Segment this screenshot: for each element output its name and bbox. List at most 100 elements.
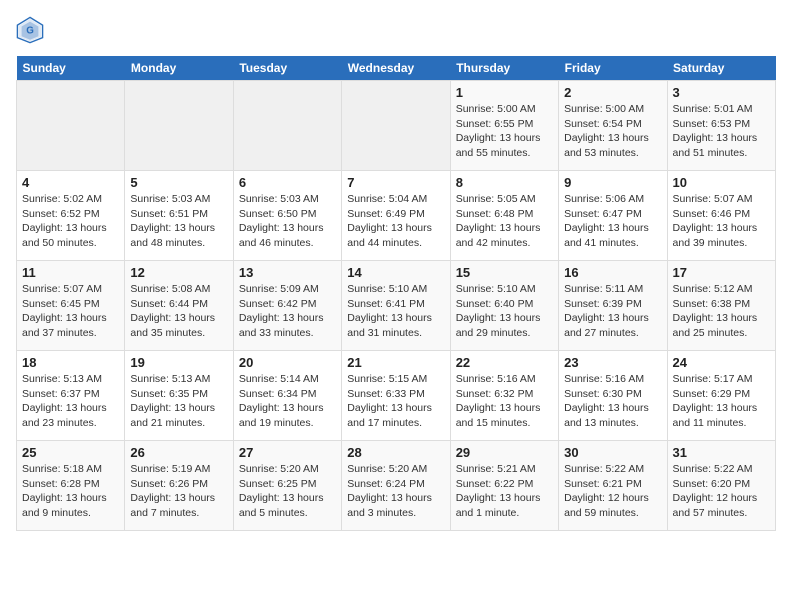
weekday-header-wednesday: Wednesday [342, 56, 450, 81]
day-number: 11 [22, 265, 119, 280]
calendar-cell: 22Sunrise: 5:16 AM Sunset: 6:32 PM Dayli… [450, 351, 558, 441]
day-info: Sunrise: 5:10 AM Sunset: 6:40 PM Dayligh… [456, 282, 553, 341]
day-info: Sunrise: 5:02 AM Sunset: 6:52 PM Dayligh… [22, 192, 119, 251]
day-info: Sunrise: 5:13 AM Sunset: 6:37 PM Dayligh… [22, 372, 119, 431]
day-number: 14 [347, 265, 444, 280]
day-info: Sunrise: 5:21 AM Sunset: 6:22 PM Dayligh… [456, 462, 553, 521]
calendar-cell [342, 81, 450, 171]
calendar-table: SundayMondayTuesdayWednesdayThursdayFrid… [16, 56, 776, 531]
calendar-cell: 10 Sunrise: 5:07 AM Sunset: 6:46 PM Dayli… [667, 171, 775, 261]
day-info: Sunrise: 5:04 AM Sunset: 6:49 PM Dayligh… [347, 192, 444, 251]
day-info: Sunrise: 5:19 AM Sunset: 6:26 PM Dayligh… [130, 462, 227, 521]
calendar-week-1: 1 Sunrise: 5:00 AM Sunset: 6:55 PM Daylig… [17, 81, 776, 171]
weekday-header-thursday: Thursday [450, 56, 558, 81]
calendar-cell: 30 Sunrise: 5:22 AM Sunset: 6:21 PM Dayli… [559, 441, 667, 531]
calendar-cell: 4 Sunrise: 5:02 AM Sunset: 6:52 PM Daylig… [17, 171, 125, 261]
calendar-cell: 8Sunrise: 5:05 AM Sunset: 6:48 PM Daylig… [450, 171, 558, 261]
day-info: Sunrise: 5:08 AM Sunset: 6:44 PM Dayligh… [130, 282, 227, 341]
calendar-cell: 12 Sunrise: 5:08 AM Sunset: 6:44 PM Dayli… [125, 261, 233, 351]
day-number: 18 [22, 355, 119, 370]
day-number: 15 [456, 265, 553, 280]
day-number: 30 [564, 445, 661, 460]
day-info: Sunrise: 5:13 AM Sunset: 6:35 PM Dayligh… [130, 372, 227, 431]
day-number: 19 [130, 355, 227, 370]
day-number: 28 [347, 445, 444, 460]
day-number: 7 [347, 175, 444, 190]
day-info: Sunrise: 5:10 AM Sunset: 6:41 PM Dayligh… [347, 282, 444, 341]
calendar-cell: 2Sunrise: 5:00 AM Sunset: 6:54 PM Daylig… [559, 81, 667, 171]
calendar-week-3: 11 Sunrise: 5:07 AM Sunset: 6:45 PM Dayli… [17, 261, 776, 351]
calendar-cell: 23Sunrise: 5:16 AM Sunset: 6:30 PM Dayli… [559, 351, 667, 441]
calendar-cell [233, 81, 341, 171]
day-info: Sunrise: 5:06 AM Sunset: 6:47 PM Dayligh… [564, 192, 661, 251]
day-info: Sunrise: 5:07 AM Sunset: 6:45 PM Dayligh… [22, 282, 119, 341]
day-info: Sunrise: 5:18 AM Sunset: 6:28 PM Dayligh… [22, 462, 119, 521]
day-info: Sunrise: 5:16 AM Sunset: 6:32 PM Dayligh… [456, 372, 553, 431]
day-info: Sunrise: 5:20 AM Sunset: 6:25 PM Dayligh… [239, 462, 336, 521]
logo-icon: G [16, 16, 44, 44]
calendar-cell: 28 Sunrise: 5:20 AM Sunset: 6:24 PM Dayli… [342, 441, 450, 531]
day-info: Sunrise: 5:22 AM Sunset: 6:21 PM Dayligh… [564, 462, 661, 521]
day-number: 26 [130, 445, 227, 460]
calendar-cell: 25 Sunrise: 5:18 AM Sunset: 6:28 PM Dayli… [17, 441, 125, 531]
day-number: 16 [564, 265, 661, 280]
day-info: Sunrise: 5:00 AM Sunset: 6:55 PM Dayligh… [456, 102, 553, 161]
day-info: Sunrise: 5:14 AM Sunset: 6:34 PM Dayligh… [239, 372, 336, 431]
calendar-cell: 6Sunrise: 5:03 AM Sunset: 6:50 PM Daylig… [233, 171, 341, 261]
calendar-cell: 27Sunrise: 5:20 AM Sunset: 6:25 PM Dayli… [233, 441, 341, 531]
day-info: Sunrise: 5:15 AM Sunset: 6:33 PM Dayligh… [347, 372, 444, 431]
calendar-cell: 11 Sunrise: 5:07 AM Sunset: 6:45 PM Dayli… [17, 261, 125, 351]
calendar-cell: 14 Sunrise: 5:10 AM Sunset: 6:41 PM Dayli… [342, 261, 450, 351]
calendar-cell: 17Sunrise: 5:12 AM Sunset: 6:38 PM Dayli… [667, 261, 775, 351]
day-number: 31 [673, 445, 770, 460]
calendar-cell: 3 Sunrise: 5:01 AM Sunset: 6:53 PM Daylig… [667, 81, 775, 171]
calendar-cell: 24Sunrise: 5:17 AM Sunset: 6:29 PM Dayli… [667, 351, 775, 441]
calendar-cell: 16 Sunrise: 5:11 AM Sunset: 6:39 PM Dayli… [559, 261, 667, 351]
weekday-header-monday: Monday [125, 56, 233, 81]
day-number: 4 [22, 175, 119, 190]
day-number: 12 [130, 265, 227, 280]
day-number: 21 [347, 355, 444, 370]
calendar-cell: 5 Sunrise: 5:03 AM Sunset: 6:51 PM Daylig… [125, 171, 233, 261]
calendar-cell: 1 Sunrise: 5:00 AM Sunset: 6:55 PM Daylig… [450, 81, 558, 171]
day-number: 13 [239, 265, 336, 280]
day-number: 8 [456, 175, 553, 190]
calendar-cell [125, 81, 233, 171]
calendar-cell: 13 Sunrise: 5:09 AM Sunset: 6:42 PM Dayli… [233, 261, 341, 351]
weekday-header-friday: Friday [559, 56, 667, 81]
day-number: 10 [673, 175, 770, 190]
day-number: 29 [456, 445, 553, 460]
weekday-header-saturday: Saturday [667, 56, 775, 81]
day-number: 6 [239, 175, 336, 190]
day-info: Sunrise: 5:20 AM Sunset: 6:24 PM Dayligh… [347, 462, 444, 521]
calendar-week-4: 18 Sunrise: 5:13 AM Sunset: 6:37 PM Dayli… [17, 351, 776, 441]
page-header: G [16, 16, 776, 44]
day-info: Sunrise: 5:17 AM Sunset: 6:29 PM Dayligh… [673, 372, 770, 431]
svg-text:G: G [26, 26, 34, 37]
calendar-cell: 21 Sunrise: 5:15 AM Sunset: 6:33 PM Dayli… [342, 351, 450, 441]
calendar-cell: 19 Sunrise: 5:13 AM Sunset: 6:35 PM Dayli… [125, 351, 233, 441]
calendar-week-2: 4 Sunrise: 5:02 AM Sunset: 6:52 PM Daylig… [17, 171, 776, 261]
calendar-cell: 20 Sunrise: 5:14 AM Sunset: 6:34 PM Dayli… [233, 351, 341, 441]
day-info: Sunrise: 5:12 AM Sunset: 6:38 PM Dayligh… [673, 282, 770, 341]
day-info: Sunrise: 5:00 AM Sunset: 6:54 PM Dayligh… [564, 102, 661, 161]
day-info: Sunrise: 5:11 AM Sunset: 6:39 PM Dayligh… [564, 282, 661, 341]
calendar-cell: 26 Sunrise: 5:19 AM Sunset: 6:26 PM Dayli… [125, 441, 233, 531]
day-info: Sunrise: 5:01 AM Sunset: 6:53 PM Dayligh… [673, 102, 770, 161]
day-info: Sunrise: 5:09 AM Sunset: 6:42 PM Dayligh… [239, 282, 336, 341]
day-number: 20 [239, 355, 336, 370]
weekday-header-tuesday: Tuesday [233, 56, 341, 81]
day-info: Sunrise: 5:03 AM Sunset: 6:51 PM Dayligh… [130, 192, 227, 251]
calendar-cell: 7 Sunrise: 5:04 AM Sunset: 6:49 PM Daylig… [342, 171, 450, 261]
day-info: Sunrise: 5:07 AM Sunset: 6:46 PM Dayligh… [673, 192, 770, 251]
weekday-header-sunday: Sunday [17, 56, 125, 81]
calendar-week-5: 25 Sunrise: 5:18 AM Sunset: 6:28 PM Dayli… [17, 441, 776, 531]
day-number: 25 [22, 445, 119, 460]
calendar-cell: 9 Sunrise: 5:06 AM Sunset: 6:47 PM Daylig… [559, 171, 667, 261]
day-number: 5 [130, 175, 227, 190]
day-number: 23 [564, 355, 661, 370]
day-number: 3 [673, 85, 770, 100]
day-number: 1 [456, 85, 553, 100]
day-number: 9 [564, 175, 661, 190]
logo: G [16, 16, 48, 44]
